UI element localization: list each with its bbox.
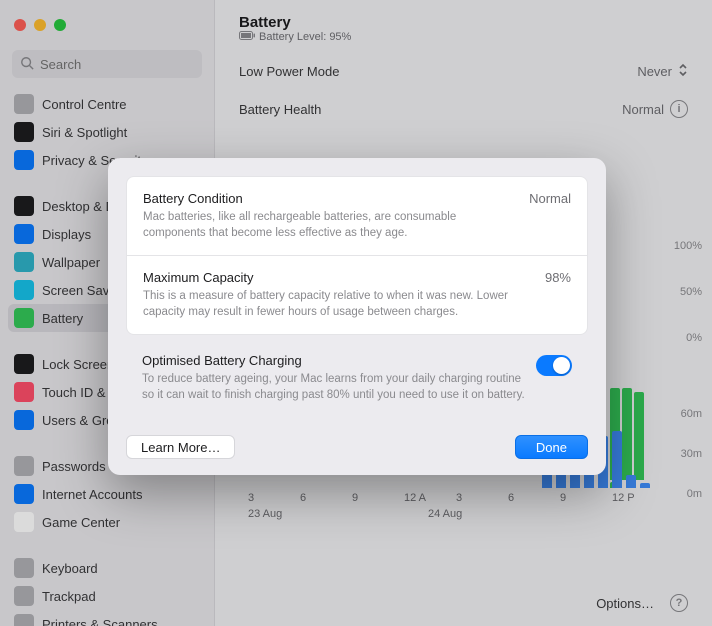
maximum-capacity-desc: This is a measure of battery capacity re… <box>143 289 513 320</box>
toggle-knob <box>553 357 570 374</box>
optimised-charging-title: Optimised Battery Charging <box>142 353 536 368</box>
maximum-capacity-row: Maximum Capacity 98% This is a measure o… <box>127 255 587 334</box>
done-button[interactable]: Done <box>515 435 588 459</box>
optimised-charging-toggle[interactable] <box>536 355 572 376</box>
sheet-footer: Learn More… Done <box>126 435 588 459</box>
battery-condition-title: Battery Condition <box>143 191 243 206</box>
optimised-charging-desc: To reduce battery ageing, your Mac learn… <box>142 372 536 403</box>
maximum-capacity-value: 98% <box>545 270 571 285</box>
optimised-charging-row: Optimised Battery Charging To reduce bat… <box>126 353 588 417</box>
maximum-capacity-title: Maximum Capacity <box>143 270 254 285</box>
learn-more-button[interactable]: Learn More… <box>126 435 235 459</box>
battery-health-sheet: Battery Condition Normal Mac batteries, … <box>108 158 606 475</box>
battery-condition-desc: Mac batteries, like all rechargeable bat… <box>143 210 513 241</box>
battery-condition-value: Normal <box>529 191 571 206</box>
battery-health-card: Battery Condition Normal Mac batteries, … <box>126 176 588 335</box>
battery-condition-row: Battery Condition Normal Mac batteries, … <box>127 177 587 255</box>
